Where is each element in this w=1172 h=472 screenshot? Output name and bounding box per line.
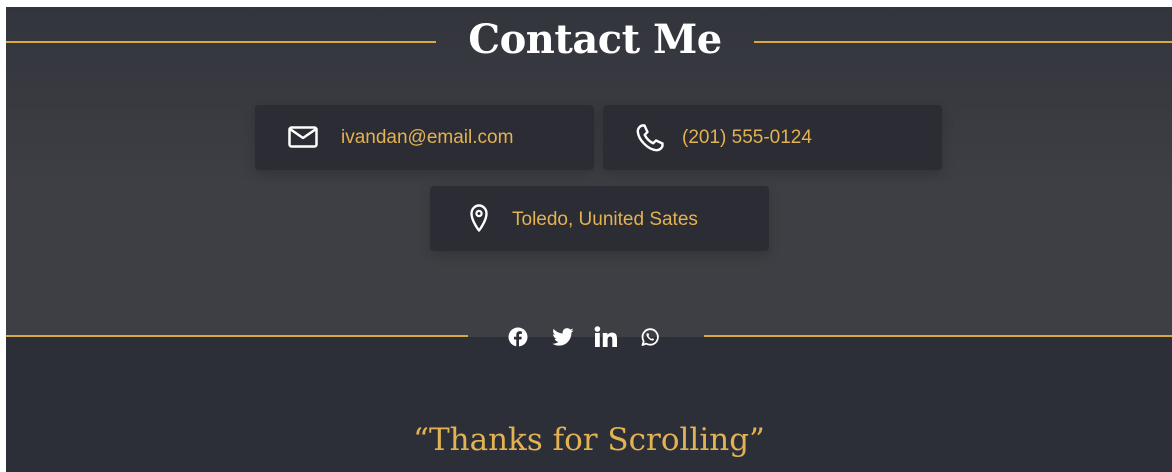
facebook-link[interactable] bbox=[508, 327, 528, 347]
thanks-quote: “Thanks for Scrolling” bbox=[413, 422, 765, 458]
footer-divider-left bbox=[6, 335, 468, 337]
section-title: Contact Me bbox=[468, 16, 722, 63]
mail-icon bbox=[288, 126, 318, 148]
email-address: ivandan@email.com bbox=[341, 127, 514, 148]
email-card[interactable]: ivandan@email.com bbox=[255, 105, 594, 170]
contact-section: Contact Me ivandan@email.com (201) 555-0… bbox=[6, 7, 1172, 337]
phone-card[interactable]: (201) 555-0124 bbox=[603, 105, 942, 170]
linkedin-link[interactable] bbox=[594, 326, 618, 348]
map-pin-icon bbox=[470, 204, 488, 232]
phone-number: (201) 555-0124 bbox=[682, 127, 812, 148]
page-frame: Contact Me ivandan@email.com (201) 555-0… bbox=[6, 7, 1172, 472]
location-text: Toledo, Uunited Sates bbox=[512, 209, 698, 230]
whatsapp-icon bbox=[641, 328, 659, 346]
twitter-link[interactable] bbox=[552, 328, 574, 346]
footer-divider-right bbox=[704, 335, 1172, 337]
divider-line-left bbox=[6, 41, 436, 43]
phone-icon bbox=[636, 124, 664, 152]
location-card[interactable]: Toledo, Uunited Sates bbox=[430, 186, 769, 251]
divider-line-right bbox=[754, 41, 1172, 43]
facebook-icon bbox=[508, 327, 528, 347]
linkedin-icon bbox=[594, 326, 617, 347]
twitter-icon bbox=[552, 328, 574, 346]
whatsapp-link[interactable] bbox=[640, 327, 660, 347]
